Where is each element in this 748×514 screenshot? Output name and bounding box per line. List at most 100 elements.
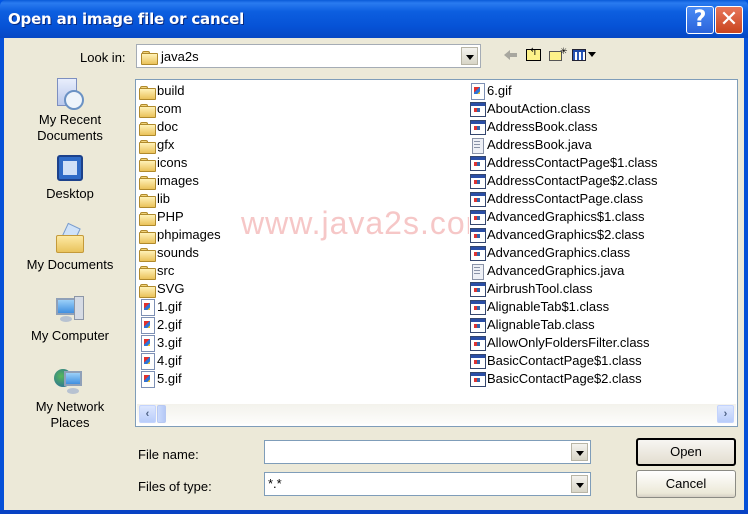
- class-file-icon: [469, 299, 486, 315]
- file-name: lib: [157, 191, 171, 206]
- file-list-item[interactable]: doc: [139, 118, 221, 136]
- folder-icon: [141, 48, 158, 65]
- file-list-item[interactable]: AlignableTab.class: [469, 316, 737, 334]
- chevron-down-icon[interactable]: [571, 475, 588, 493]
- file-list-item[interactable]: AddressContactPage$2.class: [469, 172, 737, 190]
- file-name: 1.gif: [157, 299, 182, 314]
- place-my-computer[interactable]: My Computer: [20, 294, 120, 344]
- view-menu-icon[interactable]: [572, 47, 598, 63]
- file-list-item[interactable]: lib: [139, 190, 221, 208]
- scroll-right-button[interactable]: ›: [717, 405, 734, 423]
- java-file-icon: [469, 263, 485, 280]
- image-file-icon: [139, 317, 155, 334]
- scroll-left-button[interactable]: ‹: [139, 405, 156, 423]
- file-name: phpimages: [157, 227, 221, 242]
- file-list-item[interactable]: sounds: [139, 244, 221, 262]
- file-list-item[interactable]: AddressContactPage$1.class: [469, 154, 737, 172]
- file-list-item[interactable]: 1.gif: [139, 298, 221, 316]
- watermark: www.java2s.com: [241, 205, 494, 241]
- file-list-item[interactable]: 2.gif: [139, 316, 221, 334]
- look-in-label: Look in:: [80, 50, 126, 65]
- class-file-icon: [469, 281, 486, 297]
- file-list-item[interactable]: icons: [139, 154, 221, 172]
- file-list-item[interactable]: BasicContactPage$1.class: [469, 352, 737, 370]
- folder-icon: [139, 155, 156, 172]
- scrollbar-thumb[interactable]: [157, 405, 166, 423]
- place-label: Places: [50, 415, 90, 430]
- file-list-item[interactable]: SVG: [139, 280, 221, 298]
- chevron-down-icon[interactable]: [571, 443, 588, 461]
- file-list-item[interactable]: AllowOnlyFoldersFilter.class: [469, 334, 737, 352]
- file-name: AddressContactPage$1.class: [487, 155, 658, 170]
- file-name: BasicContactPage$2.class: [487, 371, 642, 386]
- class-file-icon: [469, 317, 486, 333]
- file-list-item[interactable]: AdvancedGraphics.class: [469, 244, 737, 262]
- horizontal-scrollbar[interactable]: ‹ ›: [137, 404, 736, 424]
- place-my-documents[interactable]: My Documents: [20, 222, 120, 273]
- file-list-item[interactable]: build: [139, 82, 221, 100]
- up-one-level-icon[interactable]: [526, 47, 544, 63]
- file-list-item[interactable]: images: [139, 172, 221, 190]
- window-frame-right: [744, 38, 748, 514]
- back-icon[interactable]: [504, 47, 522, 63]
- file-name-input[interactable]: [264, 440, 591, 464]
- folder-icon: [139, 119, 156, 136]
- class-file-icon: [469, 101, 486, 117]
- file-name: AddressBook.java: [487, 137, 592, 152]
- recent-documents-icon: [54, 78, 86, 110]
- help-button[interactable]: ?: [686, 6, 714, 34]
- desktop-icon: [54, 152, 86, 184]
- file-name: AdvancedGraphics$2.class: [487, 227, 645, 242]
- class-file-icon: [469, 245, 486, 261]
- create-new-folder-icon[interactable]: ✳: [549, 46, 568, 63]
- place-desktop[interactable]: Desktop: [20, 152, 120, 202]
- class-file-icon: [469, 119, 486, 135]
- place-my-network-places[interactable]: My Network Places: [20, 365, 120, 431]
- window-frame-bottom: [0, 510, 748, 514]
- file-list-item[interactable]: 5.gif: [139, 370, 221, 388]
- file-name: doc: [157, 119, 178, 134]
- file-list-item[interactable]: 3.gif: [139, 334, 221, 352]
- place-label: My Documents: [26, 257, 114, 272]
- file-name: AlignableTab.class: [487, 317, 595, 332]
- file-list-item[interactable]: BasicContactPage$2.class: [469, 370, 737, 388]
- cancel-button[interactable]: Cancel: [636, 470, 736, 498]
- file-list-item[interactable]: gfx: [139, 136, 221, 154]
- look-in-dropdown[interactable]: java2s: [136, 44, 481, 68]
- file-list-item[interactable]: AirbrushTool.class: [469, 280, 737, 298]
- file-name: AdvancedGraphics.class: [487, 245, 631, 260]
- file-name: 6.gif: [487, 83, 512, 98]
- file-name: AdvancedGraphics$1.class: [487, 209, 645, 224]
- file-list-item[interactable]: com: [139, 100, 221, 118]
- file-list-item[interactable]: PHP: [139, 208, 221, 226]
- file-list-item[interactable]: AddressBook.class: [469, 118, 737, 136]
- place-label: My Recent: [38, 112, 102, 127]
- file-name: 2.gif: [157, 317, 182, 332]
- folder-icon: [139, 281, 156, 298]
- files-of-type-dropdown[interactable]: *.*: [264, 472, 591, 496]
- network-places-icon: [54, 365, 86, 397]
- file-list-item[interactable]: 6.gif: [469, 82, 737, 100]
- file-list-item[interactable]: AddressContactPage.class: [469, 190, 737, 208]
- file-list-item[interactable]: AboutAction.class: [469, 100, 737, 118]
- class-file-icon: [469, 191, 486, 207]
- place-my-recent-documents[interactable]: My Recent Documents: [20, 78, 120, 144]
- file-list-item[interactable]: AdvancedGraphics.java: [469, 262, 737, 280]
- open-button[interactable]: Open: [636, 438, 736, 466]
- class-file-icon: [469, 353, 486, 369]
- file-list-item[interactable]: AdvancedGraphics$2.class: [469, 226, 737, 244]
- file-list-item[interactable]: src: [139, 262, 221, 280]
- title-bar: Open an image file or cancel ? ✕: [0, 0, 748, 38]
- folder-icon: [139, 83, 156, 100]
- file-list-item[interactable]: 4.gif: [139, 352, 221, 370]
- file-list-item[interactable]: AlignableTab$1.class: [469, 298, 737, 316]
- file-list-item[interactable]: AddressBook.java: [469, 136, 737, 154]
- file-name: 4.gif: [157, 353, 182, 368]
- close-button[interactable]: ✕: [715, 6, 743, 34]
- file-list-item[interactable]: phpimages: [139, 226, 221, 244]
- file-list[interactable]: www.java2s.com build com doc gfx icons images…: [135, 79, 738, 427]
- file-list-item[interactable]: AdvancedGraphics$1.class: [469, 208, 737, 226]
- chevron-down-icon[interactable]: [461, 47, 478, 65]
- image-file-icon: [139, 335, 155, 352]
- my-computer-icon: [54, 294, 86, 326]
